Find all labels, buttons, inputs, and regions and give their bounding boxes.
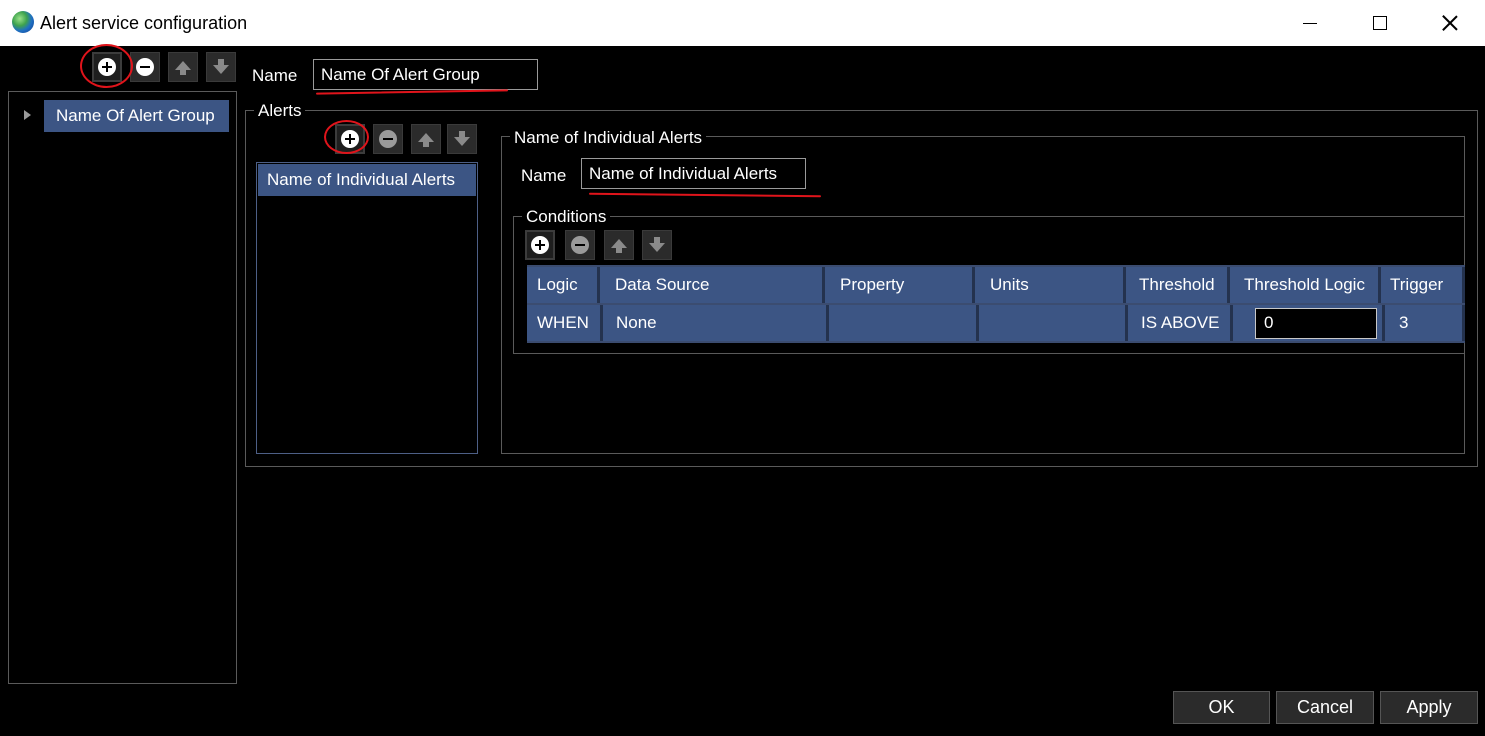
remove-group-button[interactable]: [130, 52, 160, 82]
cell-trigger[interactable]: 3: [1385, 305, 1465, 341]
title-bar: Alert service configuration: [0, 0, 1485, 46]
threshold-value-input[interactable]: [1255, 307, 1377, 339]
alert-name-label: Name: [521, 166, 567, 185]
add-group-button[interactable]: [92, 52, 122, 82]
move-group-down-button[interactable]: [206, 52, 236, 82]
table-row[interactable]: WHEN None IS ABOVE 3: [527, 305, 1465, 341]
cell-logic[interactable]: WHEN: [527, 305, 603, 341]
cell-property[interactable]: [829, 305, 979, 341]
move-alert-down-button[interactable]: [447, 124, 477, 154]
maximize-icon: [1373, 16, 1387, 30]
column-header-property[interactable]: Property: [825, 267, 975, 303]
column-header-threshold[interactable]: Threshold: [1126, 267, 1230, 303]
remove-condition-button[interactable]: [565, 230, 595, 260]
maximize-button[interactable]: [1345, 0, 1415, 46]
conditions-grid: Logic Data Source Property Units Thresho…: [527, 265, 1465, 343]
globe-icon: [12, 11, 34, 33]
column-header-threshold-logic[interactable]: Threshold Logic: [1230, 267, 1381, 303]
move-condition-down-button[interactable]: [642, 230, 672, 260]
expand-arrow-icon[interactable]: [24, 110, 31, 120]
minus-circle-icon: [136, 58, 154, 76]
move-alert-up-button[interactable]: [411, 124, 441, 154]
tree-item[interactable]: Name Of Alert Group: [44, 100, 229, 132]
add-condition-button[interactable]: [525, 230, 555, 260]
close-button[interactable]: [1415, 0, 1485, 46]
column-header-data-source[interactable]: Data Source: [600, 267, 825, 303]
arrow-up-icon: [611, 238, 627, 253]
cancel-button[interactable]: Cancel: [1276, 691, 1374, 724]
move-condition-up-button[interactable]: [604, 230, 634, 260]
alerts-legend: Alerts: [254, 101, 306, 121]
remove-alert-button[interactable]: [373, 124, 403, 154]
plus-circle-icon: [341, 130, 359, 148]
group-name-input[interactable]: [313, 59, 538, 90]
arrow-up-icon: [418, 132, 434, 147]
add-alert-button[interactable]: [335, 124, 365, 154]
column-header-units[interactable]: Units: [975, 267, 1126, 303]
column-header-logic[interactable]: Logic: [527, 267, 600, 303]
group-tree[interactable]: [8, 91, 237, 684]
apply-button[interactable]: Apply: [1380, 691, 1478, 724]
list-item[interactable]: Name of Individual Alerts: [258, 164, 476, 196]
plus-circle-icon: [98, 58, 116, 76]
arrow-down-icon: [649, 236, 665, 252]
plus-circle-icon: [531, 236, 549, 254]
cell-threshold[interactable]: IS ABOVE: [1128, 305, 1233, 341]
cell-units[interactable]: [979, 305, 1128, 341]
annotation-underline: [315, 89, 509, 95]
cell-threshold-logic: [1233, 305, 1385, 341]
alert-name-input[interactable]: [581, 158, 806, 189]
window-title: Alert service configuration: [40, 13, 248, 33]
ok-button[interactable]: OK: [1173, 691, 1270, 724]
minimize-button[interactable]: [1275, 0, 1345, 46]
arrow-down-icon: [213, 58, 229, 74]
arrow-up-icon: [175, 60, 191, 75]
grid-header-row: Logic Data Source Property Units Thresho…: [527, 267, 1465, 303]
column-header-trigger[interactable]: Trigger: [1381, 267, 1465, 303]
minus-circle-icon: [379, 130, 397, 148]
move-group-up-button[interactable]: [168, 52, 198, 82]
close-icon: [1442, 15, 1458, 31]
arrow-down-icon: [454, 130, 470, 146]
alert-detail-legend: Name of Individual Alerts: [510, 128, 707, 148]
group-name-label: Name: [252, 66, 298, 85]
cell-data-source[interactable]: None: [603, 305, 829, 341]
conditions-legend: Conditions: [522, 207, 611, 227]
minus-circle-icon: [571, 236, 589, 254]
minimize-icon: [1303, 22, 1317, 24]
alerts-list[interactable]: [256, 162, 478, 454]
